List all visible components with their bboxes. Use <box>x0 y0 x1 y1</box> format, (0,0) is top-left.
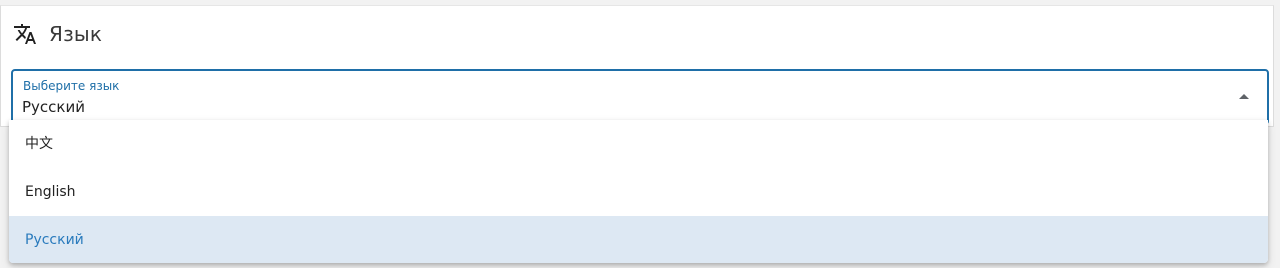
language-card: Язык Выберите язык Русский <box>0 5 1274 127</box>
language-dropdown-menu: 中文 English Русский <box>9 120 1268 263</box>
select-label: Выберите язык <box>23 79 120 93</box>
translate-icon <box>13 22 37 46</box>
settings-page: Язык Выберите язык Русский 中文 English Ру… <box>0 0 1280 268</box>
select-value: Русский <box>22 98 85 116</box>
language-select[interactable]: Выберите язык Русский <box>11 69 1269 125</box>
language-option-russian[interactable]: Русский <box>9 216 1268 263</box>
language-option-chinese[interactable]: 中文 <box>9 120 1268 168</box>
arrow-drop-up-icon[interactable] <box>1239 94 1249 99</box>
section-title: Язык <box>49 22 103 46</box>
language-card-header: Язык <box>13 20 102 48</box>
language-option-english[interactable]: English <box>9 168 1268 216</box>
